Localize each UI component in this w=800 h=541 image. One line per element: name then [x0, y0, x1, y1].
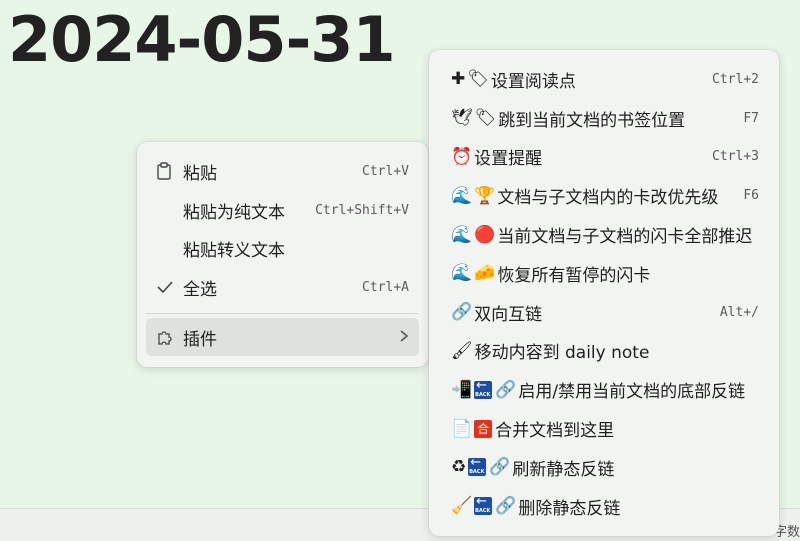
- back-arrow-icon: [468, 455, 487, 477]
- move-to-daily-note-menu-item[interactable]: 🖌 移动内容到 daily note: [429, 332, 779, 371]
- resume-flashcards-label: 恢复所有暂停的闪卡: [497, 265, 651, 286]
- jump-to-bookmark-label: 跳到当前文档的书签位置: [498, 110, 686, 131]
- move-to-daily-note-label: 移动内容到 daily note: [474, 343, 650, 364]
- plugin-submenu: ✚ 🏷 设置阅读点 Ctrl+2 🕊 🏷 跳到当前文档的书签位置 F7 ⏰ 设置…: [429, 50, 779, 536]
- postpone-flashcards-label: 当前文档与子文档的闪卡全部推迟: [497, 227, 753, 248]
- back-arrow-icon: [474, 494, 493, 516]
- delete-static-backlinks-label: 删除静态反链: [518, 498, 621, 519]
- wave-icon: 🌊: [451, 185, 473, 206]
- wave-icon: 🌊: [451, 263, 473, 284]
- set-reading-point-label: 设置阅读点: [490, 71, 576, 92]
- select-all-label: 全选: [183, 279, 217, 300]
- cross-icon: ✚: [451, 69, 466, 90]
- paste-escaped-text-menu-item[interactable]: 粘贴转义文本: [146, 229, 419, 268]
- change-card-priority-label: 文档与子文档内的卡改优先级: [497, 188, 719, 209]
- merge-documents-label: 合并文档到这里: [495, 421, 615, 442]
- puzzle-icon: [156, 328, 183, 346]
- menu-divider: [146, 312, 419, 314]
- dove-icon: 🕊: [451, 108, 473, 129]
- bidirectional-link-label: 双向互链: [474, 304, 543, 325]
- plugins-label: 插件: [183, 329, 217, 350]
- context-menu: 粘贴 Ctrl+V 粘贴为纯文本 Ctrl+Shift+V 粘贴转义文本 全选 …: [137, 142, 428, 367]
- merge-documents-menu-item[interactable]: 📄 合 合并文档到这里: [429, 409, 779, 448]
- link-icon: 🔗: [489, 457, 511, 478]
- recycle-icon: ♻: [451, 457, 467, 478]
- jump-to-bookmark-shortcut: F7: [743, 110, 759, 126]
- set-reminder-label: 设置提醒: [474, 149, 543, 170]
- back-arrow-icon: [474, 378, 493, 399]
- jump-to-bookmark-menu-item[interactable]: 🕊 🏷 跳到当前文档的书签位置 F7: [429, 99, 779, 138]
- document-title[interactable]: 2024-05-31: [8, 0, 396, 80]
- link-icon: 🔗: [495, 496, 517, 517]
- paste-plain-text-shortcut: Ctrl+Shift+V: [315, 202, 409, 218]
- refresh-static-backlinks-menu-item[interactable]: ♻ 🔗 刷新静态反链: [429, 448, 779, 487]
- paste-shortcut: Ctrl+V: [362, 163, 409, 179]
- link-icon: 🔗: [495, 379, 517, 400]
- wave-icon: 🌊: [451, 224, 473, 245]
- set-reminder-menu-item[interactable]: ⏰ 设置提醒 Ctrl+3: [429, 138, 779, 177]
- link-icon: 🔗: [451, 302, 473, 323]
- chevron-right-icon: [399, 328, 409, 347]
- change-card-priority-shortcut: F6: [743, 188, 759, 204]
- paste-label: 粘贴: [183, 163, 217, 184]
- set-reading-point-shortcut: Ctrl+2: [712, 71, 759, 87]
- label-tag-icon: 🏷: [474, 108, 497, 129]
- label-tag-icon: 🏷: [467, 69, 489, 90]
- clipboard-icon: [156, 162, 183, 181]
- phone-icon: 📲: [451, 379, 473, 400]
- postpone-flashcards-menu-item[interactable]: 🌊 🔴 当前文档与子文档的闪卡全部推迟: [429, 215, 779, 254]
- set-reminder-shortcut: Ctrl+3: [712, 149, 759, 165]
- cheese-icon: 🧀: [474, 263, 496, 284]
- red-circle-icon: 🔴: [474, 224, 496, 245]
- delete-static-backlinks-menu-item[interactable]: 🧹 🔗 删除静态反链: [429, 487, 779, 526]
- check-icon: [156, 279, 183, 295]
- change-card-priority-menu-item[interactable]: 🌊 🏆 文档与子文档内的卡改优先级 F6: [429, 176, 779, 215]
- paste-menu-item[interactable]: 粘贴 Ctrl+V: [146, 152, 419, 191]
- alarm-clock-icon: ⏰: [451, 146, 473, 167]
- brush-icon: 🖌: [451, 340, 473, 361]
- bidirectional-link-shortcut: Alt+/: [719, 304, 759, 320]
- paste-plain-text-menu-item[interactable]: 粘贴为纯文本 Ctrl+Shift+V: [146, 191, 419, 230]
- paste-escaped-text-label: 粘贴转义文本: [183, 241, 285, 262]
- broom-icon: 🧹: [451, 496, 473, 517]
- he-button-icon: 合: [474, 419, 493, 438]
- resume-flashcards-menu-item[interactable]: 🌊 🧀 恢复所有暂停的闪卡: [429, 254, 779, 293]
- select-all-shortcut: Ctrl+A: [362, 279, 409, 295]
- set-reading-point-menu-item[interactable]: ✚ 🏷 设置阅读点 Ctrl+2: [429, 60, 779, 99]
- bidirectional-link-menu-item[interactable]: 🔗 双向互链 Alt+/: [429, 293, 779, 332]
- trophy-icon: 🏆: [474, 185, 496, 206]
- paste-plain-text-label: 粘贴为纯文本: [183, 202, 285, 223]
- select-all-menu-item[interactable]: 全选 Ctrl+A: [146, 268, 419, 307]
- refresh-static-backlinks-label: 刷新静态反链: [512, 459, 615, 480]
- toggle-bottom-backlinks-menu-item[interactable]: 📲 🔗 启用/禁用当前文档的底部反链: [429, 370, 779, 409]
- plugins-menu-item[interactable]: 插件: [146, 317, 419, 357]
- toggle-bottom-backlinks-label: 启用/禁用当前文档的底部反链: [518, 382, 746, 403]
- page-icon: 📄: [451, 418, 473, 439]
